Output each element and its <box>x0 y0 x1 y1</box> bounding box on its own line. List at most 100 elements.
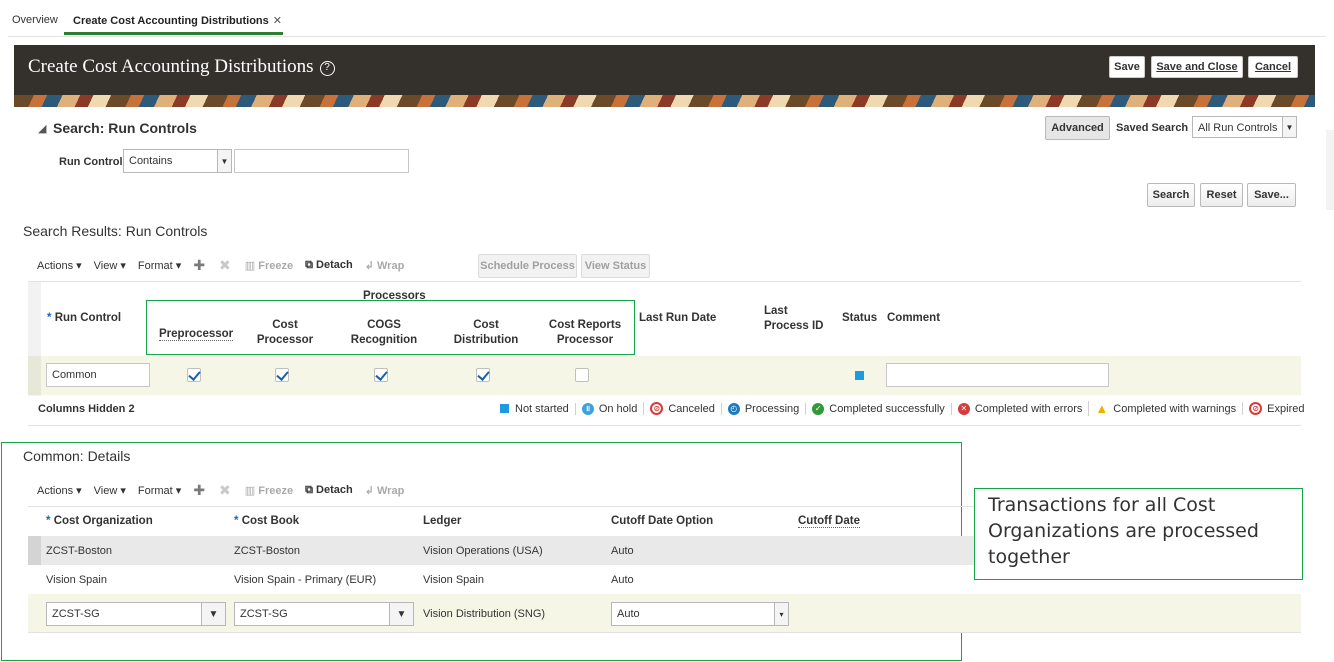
run-control-operator-select[interactable]: Contains ▼ <box>123 149 232 173</box>
legend-processing: ◴ Processing <box>720 402 805 415</box>
cost-organization-select[interactable]: ZCST-SG ▼ <box>46 602 226 626</box>
scrollbar[interactable] <box>1326 130 1334 210</box>
divider <box>8 36 1326 37</box>
search-button[interactable]: Search <box>1147 183 1195 207</box>
comment-field[interactable] <box>886 363 1109 387</box>
run-control-field[interactable]: Common <box>46 363 150 387</box>
format-menu[interactable]: Format ▾ <box>138 259 181 272</box>
run-control-search-input[interactable] <box>234 149 409 173</box>
header-status: Status <box>842 312 878 324</box>
advanced-button[interactable]: Advanced <box>1045 116 1110 140</box>
wrap-button[interactable]: ↲ Wrap <box>365 259 405 272</box>
run-control-label: Run Control <box>59 156 123 168</box>
cutoff-option-value: Auto <box>617 608 640 620</box>
results-title: Search Results: Run Controls <box>23 223 208 239</box>
cost-book-cell: ZCST-Boston <box>234 545 301 557</box>
format-menu[interactable]: Format ▾ <box>138 484 181 497</box>
actions-menu[interactable]: Actions ▾ <box>37 259 82 272</box>
banner-artwork <box>14 95 1315 107</box>
view-menu[interactable]: View ▾ <box>94 484 126 497</box>
header-cost-organization: * Cost Organization <box>46 515 153 527</box>
divider <box>28 632 1301 633</box>
cogs-recognition-checkbox[interactable] <box>374 368 388 382</box>
tab-create-cost-accounting-distributions[interactable]: Create Cost Accounting Distributions ✕ <box>73 14 282 27</box>
cost-book-cell: Vision Spain - Primary (EUR) <box>234 574 377 586</box>
schedule-process-button[interactable]: Schedule Process <box>478 254 577 278</box>
cost-book-select[interactable]: ZCST-SG ▼ <box>234 602 414 626</box>
detach-button[interactable]: ⧉ Detach <box>305 484 353 497</box>
header-ledger: Ledger <box>423 515 462 527</box>
save-search-button[interactable]: Save... <box>1247 183 1296 207</box>
reset-button[interactable]: Reset <box>1200 183 1243 207</box>
tab-label: Create Cost Accounting Distributions <box>73 15 269 27</box>
help-icon[interactable]: ? <box>319 61 335 76</box>
cost-reports-processor-checkbox[interactable] <box>575 368 589 382</box>
cost-processor-checkbox[interactable] <box>275 368 289 382</box>
warning-icon: ▲ <box>1095 401 1109 416</box>
chevron-down-icon[interactable]: ▼ <box>201 603 225 625</box>
expired-icon: ⊘ <box>1249 402 1263 415</box>
cutoff-option-cell: Auto <box>611 545 634 557</box>
header-comment: Comment <box>887 312 941 324</box>
cost-organization-cell: ZCST-Boston <box>46 545 113 557</box>
chevron-down-icon[interactable]: ▾ <box>774 603 788 625</box>
actions-menu[interactable]: Actions ▾ <box>37 484 82 497</box>
active-tab-indicator <box>64 32 283 35</box>
cancel-button[interactable]: Cancel <box>1248 56 1298 78</box>
details-toolbar: Actions ▾ View ▾ Format ▾ ✚ ✖ ▥ Freeze ⧉… <box>37 479 416 501</box>
legend-on-hold: ॥ On hold <box>574 402 644 415</box>
header-cutoff-date[interactable]: Cutoff Date <box>798 514 860 529</box>
callout-text: Transactions for all Cost Organizations … <box>988 494 1259 568</box>
row-selector[interactable] <box>28 536 41 565</box>
saved-search-select[interactable]: All Run Controls ▼ <box>1192 116 1297 138</box>
pause-icon: ॥ <box>581 402 594 415</box>
columns-hidden-count: 2 <box>128 403 135 415</box>
detach-button[interactable]: ⧉ Detach <box>305 259 353 272</box>
add-icon[interactable]: ✚ <box>193 257 205 274</box>
saved-search-value: All Run Controls <box>1198 122 1278 134</box>
freeze-button[interactable]: ▥ Freeze <box>245 259 293 272</box>
chevron-down-icon[interactable]: ▼ <box>217 150 231 172</box>
legend-canceled: ⊘ Canceled <box>643 402 720 415</box>
delete-icon[interactable]: ✖ <box>219 257 231 274</box>
clock-icon: ◴ <box>727 402 740 415</box>
operator-value: Contains <box>129 155 173 167</box>
header-run-control: * Run Control <box>47 312 122 324</box>
legend-completed-with-warnings: ▲ Completed with warnings <box>1088 401 1242 416</box>
ledger-cell: Vision Spain <box>423 574 484 586</box>
header-last-process-id: Last Process ID <box>764 305 824 332</box>
cancel-icon: ⊘ <box>650 402 664 415</box>
view-status-button[interactable]: View Status <box>581 254 650 278</box>
results-toolbar: Actions ▾ View ▾ Format ▾ ✚ ✖ ▥ Freeze ⧉… <box>37 254 416 276</box>
row-selector[interactable] <box>28 356 41 395</box>
preprocessor-checkbox[interactable] <box>187 368 201 382</box>
cost-organization-cell: Vision Spain <box>46 574 107 586</box>
processors-highlight-box <box>146 300 635 355</box>
cutoff-option-select[interactable]: Auto ▾ <box>611 602 789 626</box>
freeze-button[interactable]: ▥ Freeze <box>245 484 293 497</box>
divider <box>28 281 1301 282</box>
divider <box>28 425 1301 426</box>
legend-not-started: Not started <box>494 403 575 415</box>
collapse-icon[interactable]: ◢ <box>38 122 46 135</box>
close-icon[interactable]: ✕ <box>273 15 282 27</box>
chevron-down-icon[interactable]: ▼ <box>1282 117 1296 137</box>
header-cutoff-date-option: Cutoff Date Option <box>611 515 714 527</box>
status-legend: Not started ॥ On hold ⊘ Canceled ◴ Processi… <box>494 401 1310 416</box>
delete-icon[interactable]: ✖ <box>219 482 231 499</box>
cost-distribution-checkbox[interactable] <box>476 368 490 382</box>
legend-completed-with-errors: ✕ Completed with errors <box>950 402 1089 415</box>
tab-overview[interactable]: Overview <box>12 14 58 26</box>
add-icon[interactable]: ✚ <box>193 482 205 499</box>
view-menu[interactable]: View ▾ <box>94 259 126 272</box>
save-button[interactable]: Save <box>1109 56 1145 78</box>
cost-book-value: ZCST-SG <box>240 608 288 620</box>
saved-search-label: Saved Search <box>1116 122 1189 134</box>
header-last-run-date: Last Run Date <box>639 312 717 324</box>
wrap-button[interactable]: ↲ Wrap <box>365 484 405 497</box>
save-and-close-button[interactable]: Save and Close <box>1151 56 1243 78</box>
legend-expired: ⊘ Expired <box>1242 402 1310 415</box>
chevron-down-icon[interactable]: ▼ <box>389 603 413 625</box>
table-row[interactable] <box>41 356 1301 395</box>
status-not-started-icon <box>855 371 864 380</box>
